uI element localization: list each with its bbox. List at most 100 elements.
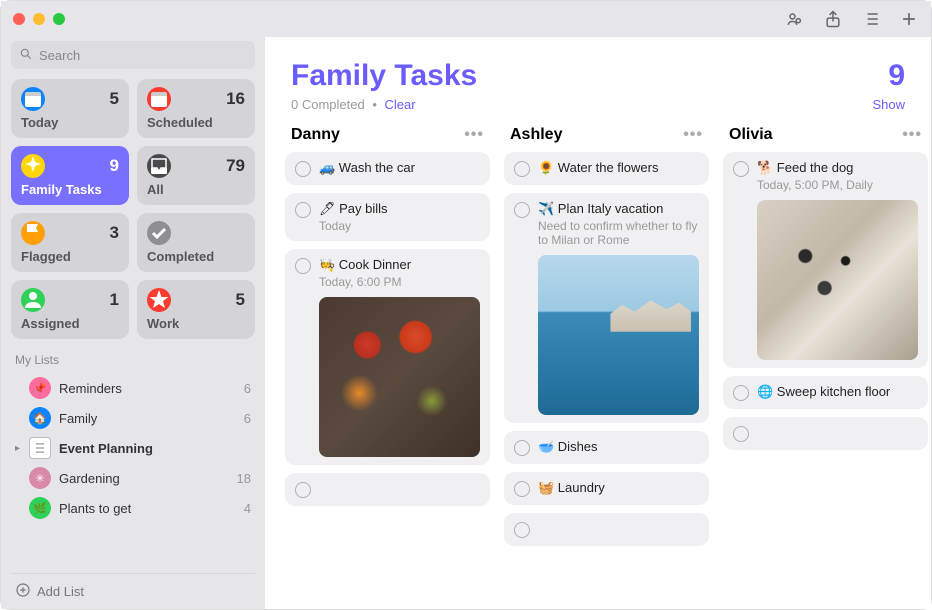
smart-list-completed[interactable]: Completed (137, 213, 255, 272)
calendar-icon (21, 87, 45, 111)
column: Danny ••• 🚙 Wash the car 🖊 Pay bills Tod… (285, 126, 490, 593)
list-icon: 🌿 (29, 497, 51, 519)
smart-count: 5 (236, 290, 245, 310)
toolbar (785, 9, 919, 29)
smart-list-today[interactable]: 5 Today (11, 79, 129, 138)
column-name: Ashley (510, 126, 562, 144)
complete-checkbox[interactable] (514, 440, 530, 456)
smart-lists-grid: 5 Today 16 Scheduled 9 Family Tasks 79 A… (11, 79, 255, 339)
column-name: Danny (291, 126, 340, 144)
reminder-subtitle: Today (319, 219, 480, 233)
add-list-button[interactable]: Add List (11, 573, 255, 609)
reminder-title (538, 521, 699, 537)
complete-checkbox[interactable] (733, 385, 749, 401)
column-menu-icon[interactable]: ••• (902, 126, 922, 144)
calendar-icon (147, 87, 171, 111)
list-icon: 🏠 (29, 407, 51, 429)
list-item[interactable]: ✳Gardening18 (11, 463, 255, 493)
empty-reminder[interactable] (723, 417, 928, 450)
smart-count: 9 (110, 156, 119, 176)
page-title: Family Tasks (291, 59, 477, 93)
complete-checkbox[interactable] (514, 522, 530, 538)
window-controls (13, 13, 65, 25)
complete-checkbox[interactable] (295, 202, 311, 218)
reminder-title: 🌻 Water the flowers (538, 160, 699, 177)
share-icon[interactable] (823, 9, 843, 29)
close-window-button[interactable] (13, 13, 25, 25)
reminder-card[interactable]: 🌐 Sweep kitchen floor (723, 376, 928, 409)
clear-completed-link[interactable]: Clear (385, 97, 416, 112)
smart-list-family[interactable]: 9 Family Tasks (11, 146, 129, 205)
view-list-icon[interactable] (861, 9, 881, 29)
reminder-card[interactable]: 🌻 Water the flowers (504, 152, 709, 185)
search-input[interactable]: Search (11, 41, 255, 69)
empty-reminder[interactable] (504, 513, 709, 546)
complete-checkbox[interactable] (733, 161, 749, 177)
reminder-title (757, 425, 918, 441)
my-lists-header: My Lists (15, 353, 251, 367)
smart-list-assigned[interactable]: 1 Assigned (11, 280, 129, 339)
list-item[interactable]: 🌿Plants to get4 (11, 493, 255, 523)
column-menu-icon[interactable]: ••• (464, 126, 484, 144)
reminder-card[interactable]: 🐕 Feed the dog Today, 5:00 PM, Daily (723, 152, 928, 368)
reminder-subtitle: Today, 5:00 PM, Daily (757, 178, 918, 192)
sparkle-icon (21, 154, 45, 178)
search-placeholder: Search (39, 48, 80, 63)
smart-label: Assigned (21, 316, 119, 331)
reminder-card[interactable]: 🚙 Wash the car (285, 152, 490, 185)
list-name: Reminders (59, 381, 244, 396)
reminder-card[interactable]: 🧺 Laundry (504, 472, 709, 505)
smart-list-flagged[interactable]: 3 Flagged (11, 213, 129, 272)
smart-count: 3 (110, 223, 119, 243)
list-item[interactable]: 🏠Family6 (11, 403, 255, 433)
complete-checkbox[interactable] (295, 258, 311, 274)
reminder-title: 🧑‍🍳 Cook Dinner (319, 257, 480, 274)
complete-checkbox[interactable] (514, 161, 530, 177)
search-icon (19, 47, 33, 64)
list-count: 4 (244, 501, 251, 516)
smart-list-all[interactable]: 79 All (137, 146, 255, 205)
smart-label: Family Tasks (21, 182, 119, 197)
smart-count: 16 (226, 89, 245, 109)
show-completed-link[interactable]: Show (872, 97, 905, 112)
complete-checkbox[interactable] (295, 482, 311, 498)
smart-list-scheduled[interactable]: 16 Scheduled (137, 79, 255, 138)
reminder-card[interactable]: ✈️ Plan Italy vacation Need to confirm w… (504, 193, 709, 423)
chevron-right-icon: ▸ (15, 443, 27, 454)
complete-checkbox[interactable] (733, 426, 749, 442)
reminder-card[interactable]: 🖊 Pay bills Today (285, 193, 490, 241)
list-item[interactable]: 📌Reminders6 (11, 373, 255, 403)
flag-icon (21, 221, 45, 245)
smart-label: Scheduled (147, 115, 245, 130)
complete-checkbox[interactable] (295, 161, 311, 177)
column-menu-icon[interactable]: ••• (683, 126, 703, 144)
attachment-image[interactable] (538, 255, 699, 415)
reminder-title: 🖊 Pay bills (319, 201, 480, 218)
complete-checkbox[interactable] (514, 481, 530, 497)
list-item[interactable]: ▸ Event Planning (11, 433, 255, 463)
smart-label: Today (21, 115, 119, 130)
smart-label: Work (147, 316, 245, 331)
smart-count: 79 (226, 156, 245, 176)
titlebar (1, 1, 931, 37)
columns: Danny ••• 🚙 Wash the car 🖊 Pay bills Tod… (265, 126, 931, 609)
list-name: Event Planning (59, 441, 251, 456)
empty-reminder[interactable] (285, 473, 490, 506)
minimize-window-button[interactable] (33, 13, 45, 25)
person-icon (21, 288, 45, 312)
collaborate-icon[interactable] (785, 9, 805, 29)
list-count: 6 (244, 411, 251, 426)
attachment-image[interactable] (319, 297, 480, 457)
column-header: Danny ••• (285, 126, 490, 152)
attachment-image[interactable] (757, 200, 918, 360)
reminder-card[interactable]: 🧑‍🍳 Cook Dinner Today, 6:00 PM (285, 249, 490, 465)
reminder-card[interactable]: 🥣 Dishes (504, 431, 709, 464)
add-reminder-icon[interactable] (899, 9, 919, 29)
column: Ashley ••• 🌻 Water the flowers ✈️ Plan I… (504, 126, 709, 593)
reminder-title: 🥣 Dishes (538, 439, 699, 456)
reminder-title: 🐕 Feed the dog (757, 160, 918, 177)
smart-list-work[interactable]: 5 Work (137, 280, 255, 339)
complete-checkbox[interactable] (514, 202, 530, 218)
maximize-window-button[interactable] (53, 13, 65, 25)
completed-text: 0 Completed (291, 97, 365, 112)
